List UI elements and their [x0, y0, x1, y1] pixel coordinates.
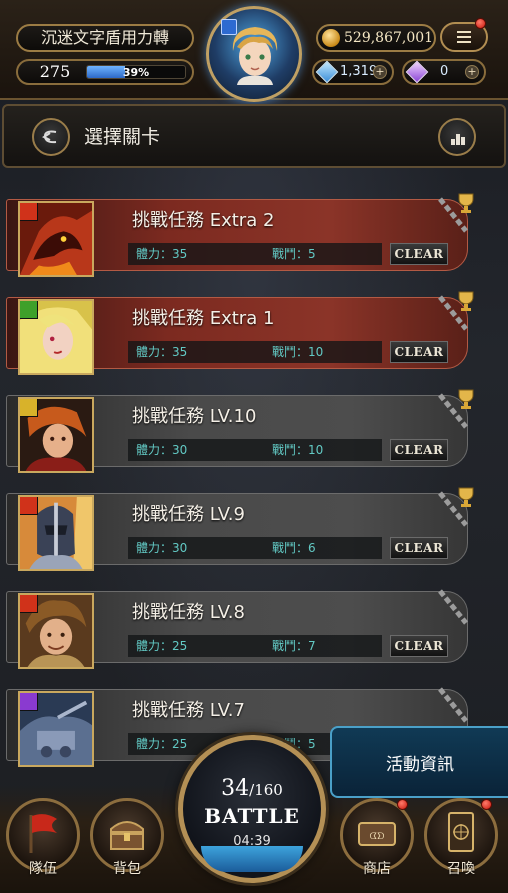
mission-stats: 體力：25 戰鬥：7 — [128, 635, 382, 657]
player-avatar[interactable] — [206, 6, 302, 102]
mission-title: 挑戰任務 LV.10 — [132, 406, 257, 427]
player-level: 275 — [39, 62, 71, 81]
treasure-chest-icon — [110, 821, 144, 850]
add-crystal-plus-icon[interactable]: + — [373, 65, 387, 79]
mission-boss-portrait — [18, 495, 94, 571]
mission-title: 挑戰任務 LV.8 — [132, 602, 245, 623]
mission-row[interactable]: 挑戰任務 LV.9 體力：30 戰鬥：6 CLEAR — [0, 479, 478, 571]
chain-icon — [438, 589, 468, 625]
stamina-cost: 體力：25 — [136, 737, 188, 751]
mission-boss-portrait — [18, 299, 94, 375]
clear-badge: CLEAR — [390, 439, 448, 461]
battle-count: 戰鬥：6 — [272, 541, 316, 555]
red-flag-icon — [29, 814, 57, 853]
summon-card-icon — [448, 812, 474, 852]
crystal-amount: 1,319 — [340, 64, 378, 79]
avatar-rank-badge — [221, 19, 237, 35]
mission-title: 挑戰任務 LV.9 — [132, 504, 245, 525]
mission-title: 挑戰任務 Extra 1 — [132, 308, 275, 329]
add-soul-gem-plus-icon[interactable]: + — [465, 65, 479, 79]
wood-element-icon — [20, 301, 38, 319]
trophy-icon — [458, 389, 474, 409]
battle-count-display: 34/160 — [183, 776, 321, 801]
shop-notification-dot — [397, 799, 408, 810]
stage-select-screen: 沉迷文字盾用力轉 275 39% 529,867,001 1,319 + 0 +… — [0, 0, 508, 893]
stamina-cost: 體力：30 — [136, 541, 188, 555]
gold-counter: 529,867,001 — [316, 24, 436, 52]
mission-boss-portrait — [18, 593, 94, 669]
team-label: 隊伍 — [29, 861, 57, 877]
level-plate: 275 39% — [16, 59, 194, 85]
mission-stats: 體力：30 戰鬥：10 — [128, 439, 382, 461]
mission-title: 挑戰任務 LV.7 — [132, 700, 245, 721]
battle-count-current: 34 — [221, 776, 250, 801]
battle-label: BATTLE — [204, 804, 300, 828]
back-button[interactable] — [32, 118, 70, 156]
fire-element-icon — [20, 203, 38, 221]
podium-icon — [451, 134, 465, 145]
event-info-label: 活動資訊 — [386, 755, 454, 775]
light-element-icon — [20, 399, 38, 417]
gold-amount: 529,867,001 — [344, 30, 434, 46]
svg-text:ᗧᗤ: ᗧᗤ — [370, 832, 385, 842]
mission-row[interactable]: 挑戰任務 Extra 2 體力：35 戰鬥：5 CLEAR — [0, 185, 478, 277]
menu-button[interactable] — [440, 18, 488, 52]
mission-boss-portrait — [18, 201, 94, 277]
mission-row[interactable]: 挑戰任務 LV.10 體力：30 戰鬥：10 CLEAR — [0, 381, 478, 473]
fire-element-icon — [20, 595, 38, 613]
summon-label: 召喚 — [447, 861, 475, 877]
battle-count-max: /160 — [249, 781, 283, 799]
stamina-cost: 體力：35 — [136, 247, 188, 261]
purple-gem-icon — [405, 60, 429, 84]
clear-badge: CLEAR — [390, 635, 448, 657]
clear-badge: CLEAR — [390, 341, 448, 363]
ranking-button[interactable] — [438, 118, 476, 156]
battle-button[interactable]: 34/160 BATTLE 04:39 — [178, 735, 326, 883]
dark-element-icon — [20, 693, 38, 711]
chain-icon — [438, 687, 468, 723]
trophy-icon — [458, 193, 474, 213]
mission-stats: 體力：30 戰鬥：6 — [128, 537, 382, 559]
mission-row[interactable]: 挑戰任務 Extra 1 體力：35 戰鬥：10 CLEAR — [0, 283, 478, 375]
battle-count: 戰鬥：5 — [272, 247, 316, 261]
hamburger-menu-icon — [457, 31, 471, 43]
blue-crystal-icon — [315, 60, 339, 84]
energy-water-fill — [201, 846, 303, 872]
soul-gem-amount: 0 — [440, 64, 449, 79]
fire-element-icon — [20, 497, 38, 515]
page-title: 選擇關卡 — [84, 126, 161, 148]
mission-stats: 體力：35 戰鬥：5 — [128, 243, 382, 265]
trophy-icon — [458, 487, 474, 507]
shop-sign-icon: ᗧᗤ — [358, 822, 396, 846]
trophy-icon — [458, 291, 474, 311]
clear-badge: CLEAR — [390, 243, 448, 265]
player-header: 沉迷文字盾用力轉 275 39% 529,867,001 1,319 + 0 + — [0, 0, 508, 102]
exp-bar: 39% — [86, 65, 186, 79]
menu-notification-dot — [475, 18, 486, 29]
battle-count: 戰鬥：10 — [272, 443, 324, 457]
clear-badge: CLEAR — [390, 537, 448, 559]
crystal-counter: 1,319 + — [312, 59, 394, 85]
back-arrow-icon — [42, 130, 57, 144]
mission-boss-portrait — [18, 691, 94, 767]
shop-label: 商店 — [363, 861, 391, 877]
stamina-cost: 體力：30 — [136, 443, 188, 457]
battle-count: 戰鬥：10 — [272, 345, 324, 359]
mission-title: 挑戰任務 Extra 2 — [132, 210, 275, 231]
stage-select-bar: 選擇關卡 — [2, 104, 506, 168]
soul-gem-counter: 0 + — [402, 59, 486, 85]
battle-count: 戰鬥：7 — [272, 639, 316, 653]
mission-row[interactable]: 挑戰任務 LV.8 體力：25 戰鬥：7 CLEAR — [0, 577, 478, 669]
gold-coin-icon — [322, 29, 340, 47]
stamina-cost: 體力：25 — [136, 639, 188, 653]
stamina-cost: 體力：35 — [136, 345, 188, 359]
mission-boss-portrait — [18, 397, 94, 473]
bag-label: 背包 — [113, 861, 141, 877]
exp-percent: 39% — [122, 66, 150, 79]
mission-list: 挑戰任務 Extra 2 體力：35 戰鬥：5 CLEAR 挑戰任務 Extra… — [0, 185, 508, 805]
mission-stats: 體力：35 戰鬥：10 — [128, 341, 382, 363]
event-info-button[interactable]: 活動資訊 — [330, 726, 508, 798]
player-name[interactable]: 沉迷文字盾用力轉 — [16, 24, 194, 52]
summon-notification-dot — [481, 799, 492, 810]
